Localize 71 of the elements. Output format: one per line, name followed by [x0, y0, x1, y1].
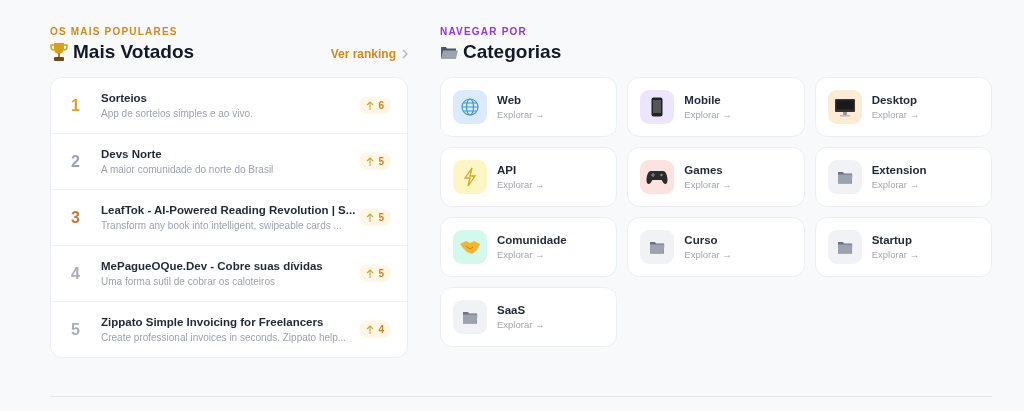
lightning-icon [463, 167, 477, 187]
explore-link[interactable]: Explorar → [684, 179, 732, 190]
category-name: SaaS [497, 304, 527, 316]
trophy-icon [50, 42, 68, 62]
category-name: Curso [684, 234, 719, 246]
explore-link[interactable]: Explorar → [871, 249, 920, 260]
category-card[interactable]: Comunidade Explorar → [440, 217, 618, 277]
arrow-up-icon [366, 100, 375, 111]
project-name[interactable]: MePagueOQue.Dev - Cobre suas dívidas [101, 260, 352, 272]
explore-link[interactable]: Explorar → [497, 109, 545, 120]
category-name: API [497, 164, 518, 176]
category-card[interactable]: Games Explorar → [627, 147, 805, 207]
vote-count[interactable]: 6 [359, 97, 391, 114]
folder-icon [835, 239, 854, 255]
explore-link[interactable]: Explorar → [871, 179, 927, 190]
ranking-link[interactable]: Ver ranking [330, 47, 408, 61]
rank-number: 5 [71, 320, 81, 339]
category-name: Web [497, 94, 523, 106]
arrow-up-icon [366, 324, 375, 335]
vote-count[interactable]: 5 [359, 265, 391, 282]
arrow-up-icon [366, 156, 375, 167]
section-eyebrow: NAVEGAR POR [440, 26, 528, 37]
category-card[interactable]: Startup Explorar → [814, 217, 992, 277]
folder-icon [440, 44, 458, 60]
project-name[interactable]: Sorteios [101, 92, 352, 104]
project-name[interactable]: Devs Norte [101, 148, 352, 160]
project-description: App de sorteios simples e ao vivo. [101, 108, 254, 119]
folder-icon [835, 169, 854, 185]
folder-icon [461, 309, 479, 325]
category-name: Games [684, 164, 724, 176]
project-description: A maior comunidade do norte do Brasil [101, 164, 275, 175]
monitor-icon [833, 97, 856, 117]
rank-number: 4 [71, 264, 81, 283]
vote-count[interactable]: 5 [359, 209, 391, 226]
vote-count[interactable]: 4 [359, 321, 391, 338]
section-title: Categorias [463, 41, 562, 63]
arrow-up-icon [366, 212, 375, 223]
rank-number: 3 [71, 208, 81, 227]
category-card[interactable]: Desktop Explorar → [814, 77, 992, 137]
section-eyebrow: OS MAIS POPULARES [50, 26, 179, 37]
category-name: Extension [871, 164, 927, 176]
vote-count[interactable]: 5 [359, 153, 391, 170]
category-name: Mobile [684, 94, 722, 106]
category-name: Comunidade [497, 234, 567, 246]
rank-number: 2 [71, 152, 81, 171]
project-description: Transform any book into intelligent, swipeable cards ... [101, 220, 343, 231]
explore-link[interactable]: Explorar → [871, 109, 920, 120]
chevron-right-icon [402, 49, 408, 59]
explore-link[interactable]: Explorar → [684, 109, 732, 120]
project-name[interactable]: Zippato Simple Invoicing for Freelancers [101, 316, 352, 328]
project-description: Create professional invoices in seconds. Zippato help... [101, 332, 348, 343]
explore-link[interactable]: Explorar → [497, 249, 567, 260]
category-card[interactable]: Curso Explorar → [627, 217, 805, 277]
phone-icon [651, 97, 664, 117]
category-name: Startup [871, 234, 913, 246]
rank-number: 1 [71, 96, 81, 115]
category-card[interactable]: API Explorar → [440, 147, 618, 207]
explore-link[interactable]: Explorar → [497, 319, 545, 330]
project-description: Uma forma sutil de cobrar os caloteiros [101, 276, 276, 287]
category-card[interactable]: SaaS Explorar → [440, 287, 618, 347]
section-title: Mais Votados [73, 41, 195, 63]
globe-icon [460, 97, 480, 117]
gamepad-icon [646, 169, 669, 185]
folder-icon [648, 239, 667, 255]
category-name: Desktop [871, 94, 919, 106]
explore-link[interactable]: Explorar → [684, 249, 732, 260]
category-card[interactable]: Mobile Explorar → [627, 77, 805, 137]
category-card[interactable]: Extension Explorar → [814, 147, 992, 207]
arrow-up-icon [366, 268, 375, 279]
explore-link[interactable]: Explorar → [497, 179, 545, 190]
category-card[interactable]: Web Explorar → [440, 77, 618, 137]
